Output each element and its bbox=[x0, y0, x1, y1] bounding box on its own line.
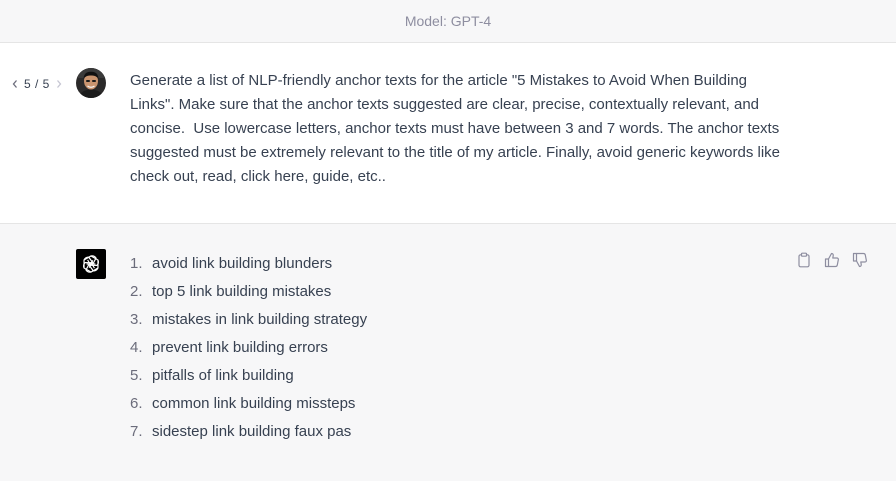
list-item-text: avoid link building blunders bbox=[152, 255, 333, 272]
pager-count: 5 / 5 bbox=[24, 77, 50, 91]
user-prompt-text: Generate a list of NLP-friendly anchor t… bbox=[130, 72, 785, 185]
list-item-number: 2. bbox=[130, 283, 143, 300]
model-label: Model: GPT-4 bbox=[404, 13, 492, 29]
openai-logo-icon bbox=[76, 249, 106, 279]
list-item: 7. sidestep link building faux pas bbox=[130, 418, 367, 446]
list-item-number: 4. bbox=[130, 339, 143, 356]
list-item-text: mistakes in link building strategy bbox=[152, 311, 368, 328]
user-message: 5 / 5 Generate a list of NLP-friendly an… bbox=[0, 43, 896, 224]
list-item-text: pitfalls of link building bbox=[152, 367, 294, 384]
list-item: 1. avoid link building blunders bbox=[130, 250, 367, 278]
message-actions bbox=[796, 252, 868, 268]
list-item-number: 6. bbox=[130, 395, 143, 412]
clipboard-icon[interactable] bbox=[796, 252, 812, 268]
chevron-right-icon[interactable] bbox=[54, 78, 64, 90]
anchor-text-list: 1. avoid link building blunders 2. top 5 l… bbox=[130, 250, 367, 446]
model-header: Model: GPT-4 bbox=[0, 0, 896, 43]
list-item-number: 7. bbox=[130, 423, 143, 440]
list-item: 3. mistakes in link building strategy bbox=[130, 306, 367, 334]
list-item: 5. pitfalls of link building bbox=[130, 362, 367, 390]
thumbs-up-icon[interactable] bbox=[824, 252, 840, 268]
assistant-message: 1. avoid link building blunders 2. top 5 l… bbox=[0, 224, 896, 481]
list-item: 6. common link building missteps bbox=[130, 390, 367, 418]
list-item-text: top 5 link building mistakes bbox=[152, 283, 332, 300]
list-item-number: 5. bbox=[130, 367, 143, 384]
list-item: 4. prevent link building errors bbox=[130, 334, 367, 362]
list-item: 2. top 5 link building mistakes bbox=[130, 278, 367, 306]
message-pager: 5 / 5 bbox=[10, 77, 64, 91]
list-item-text: common link building missteps bbox=[152, 395, 356, 412]
list-item-number: 3. bbox=[130, 311, 143, 328]
list-item-text: sidestep link building faux pas bbox=[152, 423, 352, 440]
list-item-number: 1. bbox=[130, 255, 143, 272]
list-item-text: prevent link building errors bbox=[152, 339, 328, 356]
thumbs-down-icon[interactable] bbox=[852, 252, 868, 268]
chevron-left-icon[interactable] bbox=[10, 78, 20, 90]
user-avatar bbox=[76, 68, 106, 98]
